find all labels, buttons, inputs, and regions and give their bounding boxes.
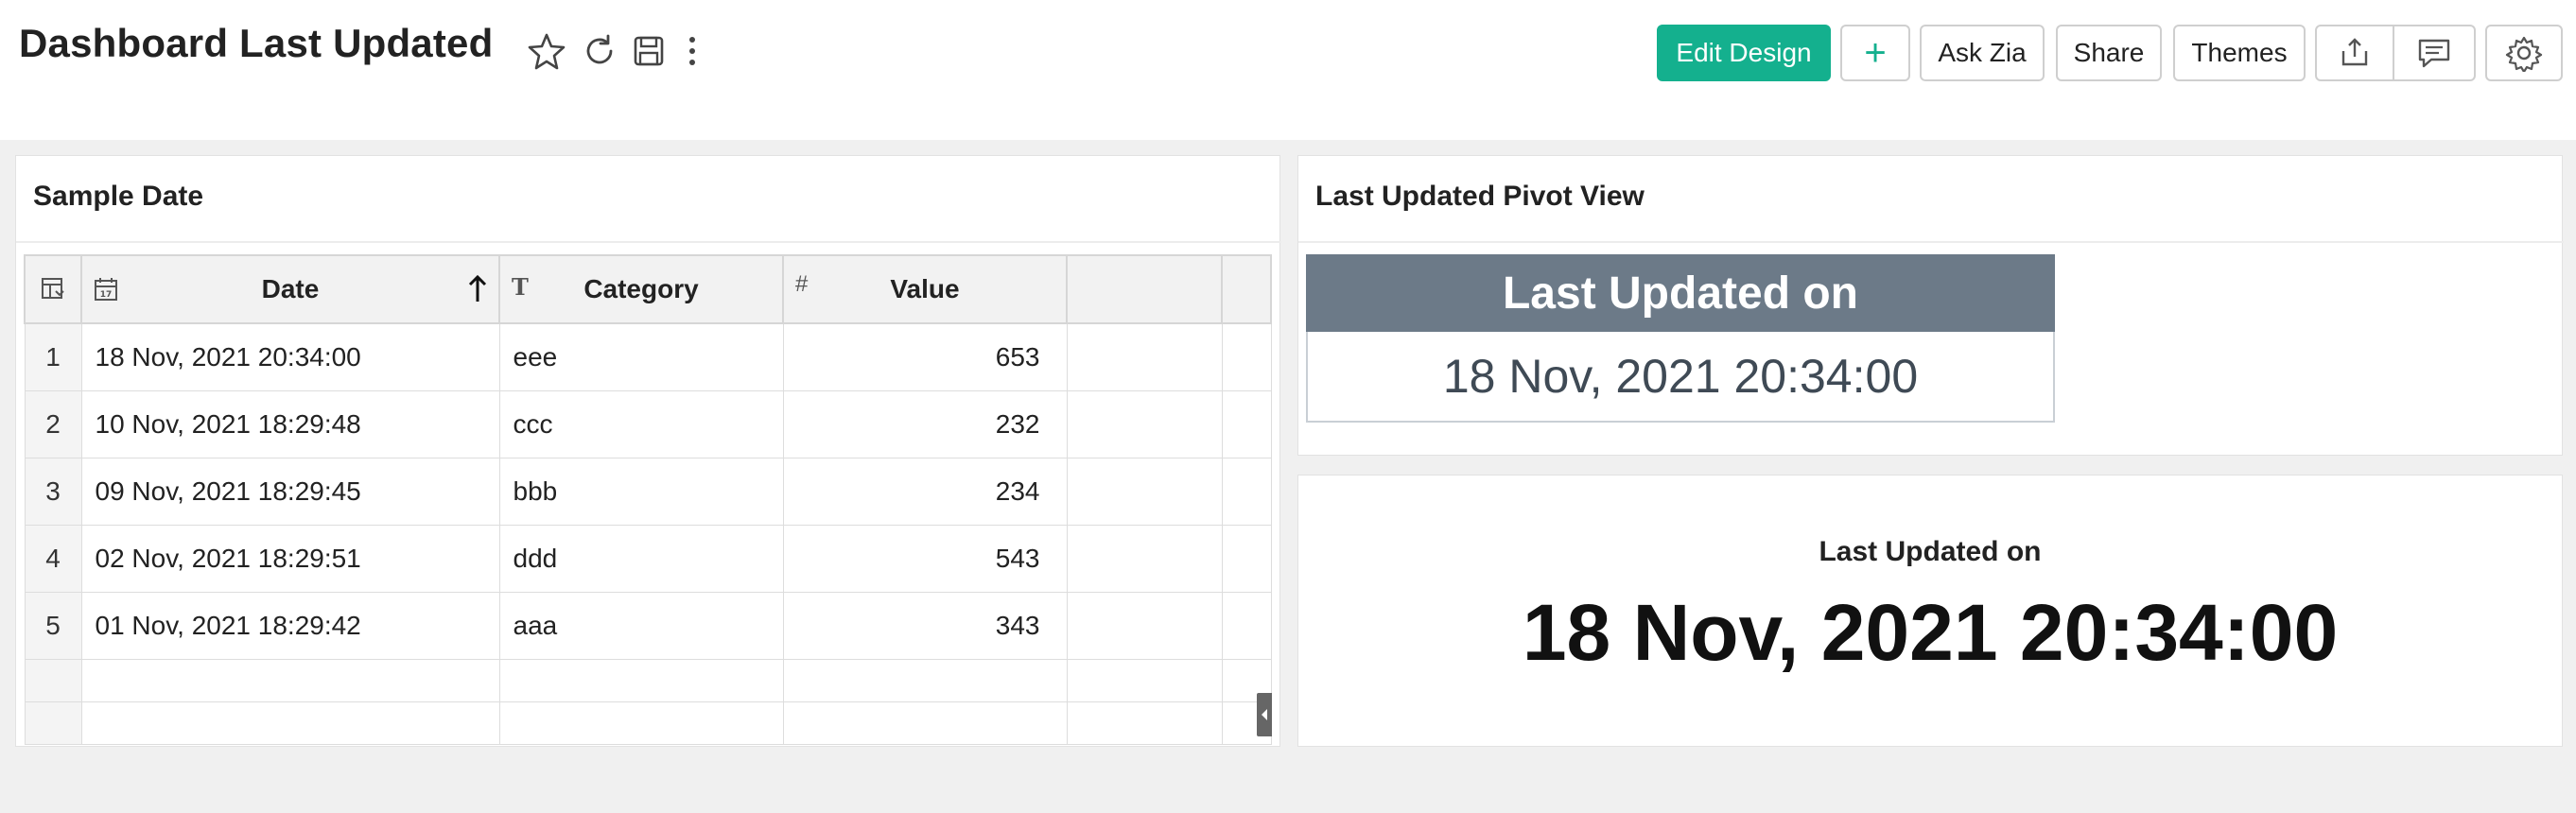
export-icon [2341, 38, 2368, 66]
table-settings-icon [42, 277, 64, 299]
cell-category: aaa [498, 592, 784, 660]
star-icon[interactable] [526, 30, 567, 72]
row-number: 2 [24, 390, 82, 458]
pivot-panel: Last Updated Pivot View Last Updated on … [1297, 155, 2564, 456]
cell-date: 01 Nov, 2021 18:29:42 [80, 592, 500, 660]
more-vertical-icon[interactable] [673, 30, 715, 72]
themes-button[interactable]: Themes [2173, 25, 2306, 81]
cell-date: 09 Nov, 2021 18:29:45 [80, 458, 500, 526]
table-panel-title: Sample Date [33, 181, 204, 212]
pivot-header: Last Updated on [1306, 254, 2055, 332]
cell-category: ddd [498, 525, 784, 593]
table-row[interactable]: 2 10 Nov, 2021 18:29:48 ccc 232 [24, 390, 1272, 458]
kpi-label: Last Updated on [1819, 536, 2042, 567]
data-table: 17 Date T Category # Value 1 18 Nov, 202… [24, 254, 1272, 745]
sort-ascending-icon[interactable] [466, 273, 489, 303]
cell-empty [1221, 458, 1272, 526]
cell-empty [498, 659, 784, 702]
refresh-icon[interactable] [579, 30, 620, 72]
comment-button[interactable] [2393, 25, 2476, 81]
kpi-value: 18 Nov, 2021 20:34:00 [1522, 588, 2339, 677]
cell-empty [1066, 659, 1223, 702]
cell-date: 18 Nov, 2021 20:34:00 [80, 322, 500, 391]
cell-empty [1221, 592, 1272, 660]
cell-empty [1066, 322, 1223, 391]
row-number-empty [24, 659, 82, 702]
table-row[interactable]: 4 02 Nov, 2021 18:29:51 ddd 543 [24, 525, 1272, 593]
table-row[interactable]: 1 18 Nov, 2021 20:34:00 eee 653 [24, 322, 1272, 391]
cell-empty [1066, 701, 1223, 745]
settings-icon [2505, 36, 2543, 72]
cell-empty [1066, 525, 1223, 593]
cell-category: eee [498, 322, 784, 391]
column-header-value[interactable]: # Value [782, 254, 1068, 324]
cell-empty [1066, 592, 1223, 660]
chevron-left-icon [1262, 709, 1267, 720]
cell-date: 10 Nov, 2021 18:29:48 [80, 390, 500, 458]
edit-design-button[interactable]: Edit Design [1657, 25, 1831, 81]
number-type-icon: # [795, 271, 809, 297]
table-row[interactable]: 5 01 Nov, 2021 18:29:42 aaa 343 [24, 592, 1272, 660]
cell-empty [1066, 390, 1223, 458]
row-header-corner[interactable] [24, 254, 82, 324]
comment-icon [2418, 39, 2450, 68]
share-button[interactable]: Share [2056, 25, 2162, 81]
export-button[interactable] [2315, 25, 2394, 81]
cell-value: 653 [782, 322, 1068, 391]
column-header-category[interactable]: T Category [498, 254, 784, 324]
cell-empty [1221, 322, 1272, 391]
cell-empty [80, 659, 500, 702]
table-row-empty [24, 659, 1272, 702]
row-number: 3 [24, 458, 82, 526]
settings-button[interactable] [2485, 25, 2563, 81]
column-label-date: Date [261, 274, 320, 303]
pivot-panel-title: Last Updated Pivot View [1315, 181, 1645, 212]
cell-value: 343 [782, 592, 1068, 660]
column-label-value: Value [890, 274, 960, 303]
svg-text:17: 17 [100, 290, 113, 300]
row-number-empty [24, 701, 82, 745]
panel-divider [1298, 241, 2564, 243]
kpi-panel: Last Updated on 18 Nov, 2021 20:34:00 [1297, 475, 2563, 747]
cell-empty [1221, 525, 1272, 593]
row-number: 5 [24, 592, 82, 660]
column-label-category: Category [583, 274, 699, 303]
panel-divider [16, 241, 1281, 243]
table-panel: Sample Date 17 Date T Category # Value 1… [15, 155, 1281, 747]
ask-zia-button[interactable]: Ask Zia [1920, 25, 2045, 81]
column-header-date[interactable]: 17 Date [80, 254, 500, 324]
cell-date: 02 Nov, 2021 18:29:51 [80, 525, 500, 593]
table-row-empty [24, 701, 1272, 745]
pivot-value: 18 Nov, 2021 20:34:00 [1306, 332, 2055, 423]
cell-empty [1221, 390, 1272, 458]
cell-empty [80, 701, 500, 745]
calendar-icon: 17 [95, 278, 117, 301]
cell-value: 234 [782, 458, 1068, 526]
add-button[interactable]: + [1840, 25, 1910, 81]
save-icon[interactable] [628, 30, 670, 72]
cell-empty [1066, 458, 1223, 526]
row-number: 4 [24, 525, 82, 593]
row-number: 1 [24, 322, 82, 391]
column-header-filler [1221, 254, 1272, 324]
column-header-empty [1066, 254, 1223, 324]
cell-empty [782, 701, 1068, 745]
cell-category: ccc [498, 390, 784, 458]
cell-value: 232 [782, 390, 1068, 458]
page-title: Dashboard Last Updated [19, 21, 494, 65]
panel-collapse-handle[interactable] [1257, 693, 1272, 736]
cell-category: bbb [498, 458, 784, 526]
text-type-icon: T [512, 273, 529, 301]
cell-value: 543 [782, 525, 1068, 593]
top-bar: Dashboard Last Updated Edit Design + Ask… [0, 0, 2576, 140]
cell-empty [782, 659, 1068, 702]
cell-empty [498, 701, 784, 745]
table-row[interactable]: 3 09 Nov, 2021 18:29:45 bbb 234 [24, 458, 1272, 526]
